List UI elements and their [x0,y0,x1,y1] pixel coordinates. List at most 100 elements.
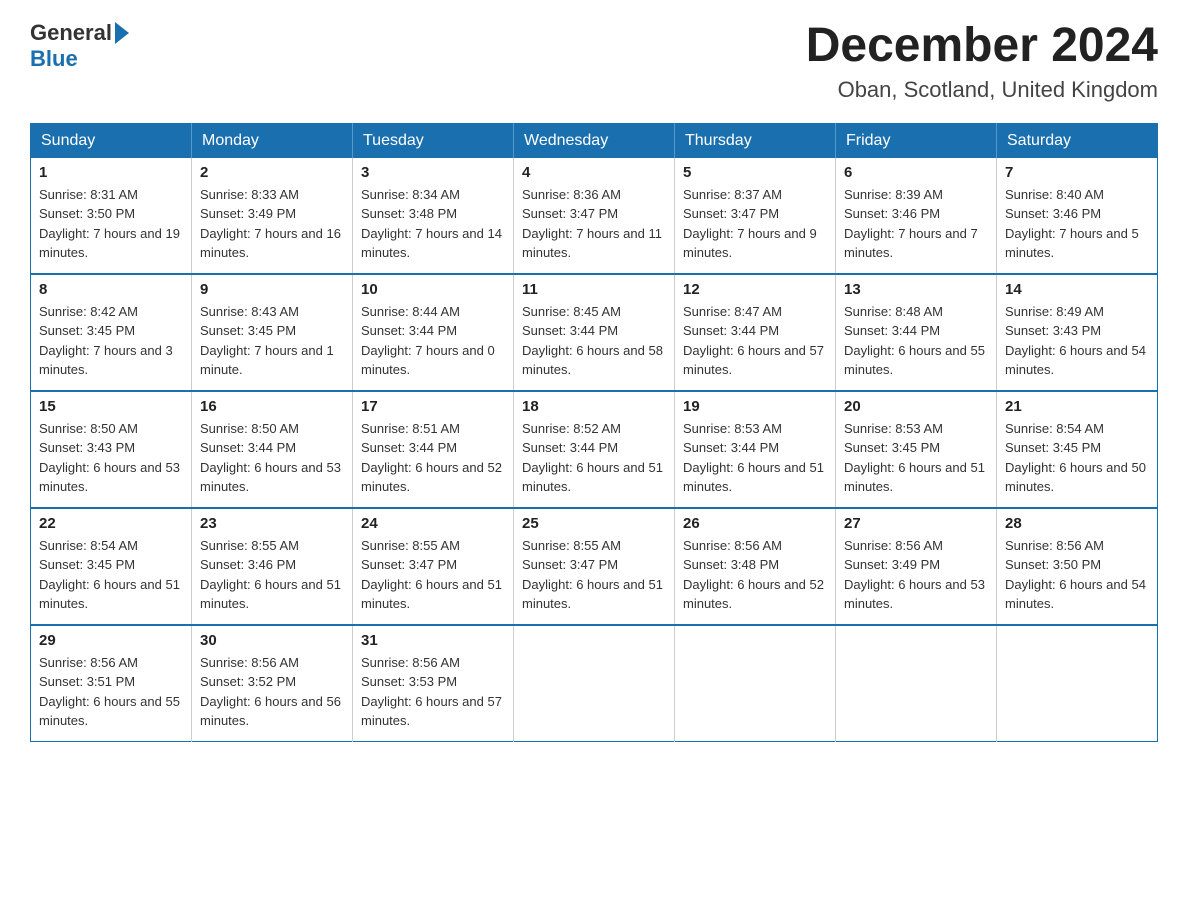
day-number: 22 [39,515,183,532]
day-info: Sunrise: 8:39 AMSunset: 3:46 PMDaylight:… [844,187,978,261]
day-number: 4 [522,164,666,181]
logo-triangle-icon [115,22,129,44]
header-tuesday: Tuesday [353,123,514,158]
header-friday: Friday [836,123,997,158]
calendar-cell: 24 Sunrise: 8:55 AMSunset: 3:47 PMDaylig… [353,508,514,625]
day-number: 19 [683,398,827,415]
calendar-cell [675,625,836,742]
calendar-cell: 27 Sunrise: 8:56 AMSunset: 3:49 PMDaylig… [836,508,997,625]
calendar-week-2: 8 Sunrise: 8:42 AMSunset: 3:45 PMDayligh… [31,274,1158,391]
day-number: 6 [844,164,988,181]
day-number: 10 [361,281,505,298]
day-info: Sunrise: 8:56 AMSunset: 3:51 PMDaylight:… [39,655,180,729]
day-number: 29 [39,632,183,649]
calendar-cell: 12 Sunrise: 8:47 AMSunset: 3:44 PMDaylig… [675,274,836,391]
calendar-cell: 11 Sunrise: 8:45 AMSunset: 3:44 PMDaylig… [514,274,675,391]
calendar-cell: 2 Sunrise: 8:33 AMSunset: 3:49 PMDayligh… [192,158,353,274]
day-number: 7 [1005,164,1149,181]
day-number: 16 [200,398,344,415]
calendar-header-row: Sunday Monday Tuesday Wednesday Thursday… [31,123,1158,158]
day-number: 20 [844,398,988,415]
day-info: Sunrise: 8:50 AMSunset: 3:44 PMDaylight:… [200,421,341,495]
calendar-cell: 31 Sunrise: 8:56 AMSunset: 3:53 PMDaylig… [353,625,514,742]
calendar-cell: 18 Sunrise: 8:52 AMSunset: 3:44 PMDaylig… [514,391,675,508]
day-number: 14 [1005,281,1149,298]
calendar-cell: 4 Sunrise: 8:36 AMSunset: 3:47 PMDayligh… [514,158,675,274]
calendar-cell: 15 Sunrise: 8:50 AMSunset: 3:43 PMDaylig… [31,391,192,508]
title-block: December 2024 Oban, Scotland, United Kin… [806,20,1158,103]
logo-general-text: General [30,20,112,46]
calendar-cell [997,625,1158,742]
calendar-cell: 25 Sunrise: 8:55 AMSunset: 3:47 PMDaylig… [514,508,675,625]
calendar-week-1: 1 Sunrise: 8:31 AMSunset: 3:50 PMDayligh… [31,158,1158,274]
page-subtitle: Oban, Scotland, United Kingdom [806,77,1158,103]
calendar-cell: 20 Sunrise: 8:53 AMSunset: 3:45 PMDaylig… [836,391,997,508]
day-number: 13 [844,281,988,298]
logo: General Blue [30,20,129,72]
day-number: 21 [1005,398,1149,415]
header-monday: Monday [192,123,353,158]
day-number: 12 [683,281,827,298]
day-info: Sunrise: 8:42 AMSunset: 3:45 PMDaylight:… [39,304,173,378]
day-number: 2 [200,164,344,181]
day-number: 15 [39,398,183,415]
day-info: Sunrise: 8:43 AMSunset: 3:45 PMDaylight:… [200,304,334,378]
day-info: Sunrise: 8:37 AMSunset: 3:47 PMDaylight:… [683,187,817,261]
calendar-cell: 17 Sunrise: 8:51 AMSunset: 3:44 PMDaylig… [353,391,514,508]
calendar-cell: 7 Sunrise: 8:40 AMSunset: 3:46 PMDayligh… [997,158,1158,274]
page-title: December 2024 [806,20,1158,73]
calendar-cell: 3 Sunrise: 8:34 AMSunset: 3:48 PMDayligh… [353,158,514,274]
day-number: 9 [200,281,344,298]
calendar-cell: 16 Sunrise: 8:50 AMSunset: 3:44 PMDaylig… [192,391,353,508]
calendar-week-4: 22 Sunrise: 8:54 AMSunset: 3:45 PMDaylig… [31,508,1158,625]
day-number: 25 [522,515,666,532]
day-info: Sunrise: 8:48 AMSunset: 3:44 PMDaylight:… [844,304,985,378]
calendar-cell: 10 Sunrise: 8:44 AMSunset: 3:44 PMDaylig… [353,274,514,391]
calendar-table: Sunday Monday Tuesday Wednesday Thursday… [30,123,1158,742]
day-info: Sunrise: 8:33 AMSunset: 3:49 PMDaylight:… [200,187,341,261]
day-number: 30 [200,632,344,649]
header-sunday: Sunday [31,123,192,158]
day-info: Sunrise: 8:45 AMSunset: 3:44 PMDaylight:… [522,304,663,378]
day-info: Sunrise: 8:51 AMSunset: 3:44 PMDaylight:… [361,421,502,495]
day-info: Sunrise: 8:56 AMSunset: 3:50 PMDaylight:… [1005,538,1146,612]
day-info: Sunrise: 8:31 AMSunset: 3:50 PMDaylight:… [39,187,180,261]
calendar-cell: 6 Sunrise: 8:39 AMSunset: 3:46 PMDayligh… [836,158,997,274]
header-thursday: Thursday [675,123,836,158]
calendar-cell: 19 Sunrise: 8:53 AMSunset: 3:44 PMDaylig… [675,391,836,508]
day-info: Sunrise: 8:36 AMSunset: 3:47 PMDaylight:… [522,187,662,261]
calendar-cell: 29 Sunrise: 8:56 AMSunset: 3:51 PMDaylig… [31,625,192,742]
calendar-cell: 13 Sunrise: 8:48 AMSunset: 3:44 PMDaylig… [836,274,997,391]
day-number: 26 [683,515,827,532]
calendar-cell: 14 Sunrise: 8:49 AMSunset: 3:43 PMDaylig… [997,274,1158,391]
day-info: Sunrise: 8:52 AMSunset: 3:44 PMDaylight:… [522,421,663,495]
day-info: Sunrise: 8:55 AMSunset: 3:47 PMDaylight:… [522,538,663,612]
header-wednesday: Wednesday [514,123,675,158]
day-info: Sunrise: 8:56 AMSunset: 3:48 PMDaylight:… [683,538,824,612]
day-info: Sunrise: 8:50 AMSunset: 3:43 PMDaylight:… [39,421,180,495]
day-number: 23 [200,515,344,532]
logo-blue-text: Blue [30,46,78,72]
day-info: Sunrise: 8:49 AMSunset: 3:43 PMDaylight:… [1005,304,1146,378]
calendar-cell: 5 Sunrise: 8:37 AMSunset: 3:47 PMDayligh… [675,158,836,274]
day-number: 17 [361,398,505,415]
day-number: 18 [522,398,666,415]
day-info: Sunrise: 8:54 AMSunset: 3:45 PMDaylight:… [39,538,180,612]
calendar-cell [836,625,997,742]
calendar-cell: 21 Sunrise: 8:54 AMSunset: 3:45 PMDaylig… [997,391,1158,508]
calendar-cell [514,625,675,742]
day-info: Sunrise: 8:40 AMSunset: 3:46 PMDaylight:… [1005,187,1139,261]
day-info: Sunrise: 8:55 AMSunset: 3:46 PMDaylight:… [200,538,341,612]
day-info: Sunrise: 8:56 AMSunset: 3:49 PMDaylight:… [844,538,985,612]
calendar-week-5: 29 Sunrise: 8:56 AMSunset: 3:51 PMDaylig… [31,625,1158,742]
day-number: 11 [522,281,666,298]
day-info: Sunrise: 8:56 AMSunset: 3:52 PMDaylight:… [200,655,341,729]
calendar-week-3: 15 Sunrise: 8:50 AMSunset: 3:43 PMDaylig… [31,391,1158,508]
calendar-cell: 8 Sunrise: 8:42 AMSunset: 3:45 PMDayligh… [31,274,192,391]
day-info: Sunrise: 8:56 AMSunset: 3:53 PMDaylight:… [361,655,502,729]
day-info: Sunrise: 8:53 AMSunset: 3:45 PMDaylight:… [844,421,985,495]
day-number: 24 [361,515,505,532]
calendar-cell: 9 Sunrise: 8:43 AMSunset: 3:45 PMDayligh… [192,274,353,391]
page-header: General Blue December 2024 Oban, Scotlan… [30,20,1158,103]
day-number: 5 [683,164,827,181]
